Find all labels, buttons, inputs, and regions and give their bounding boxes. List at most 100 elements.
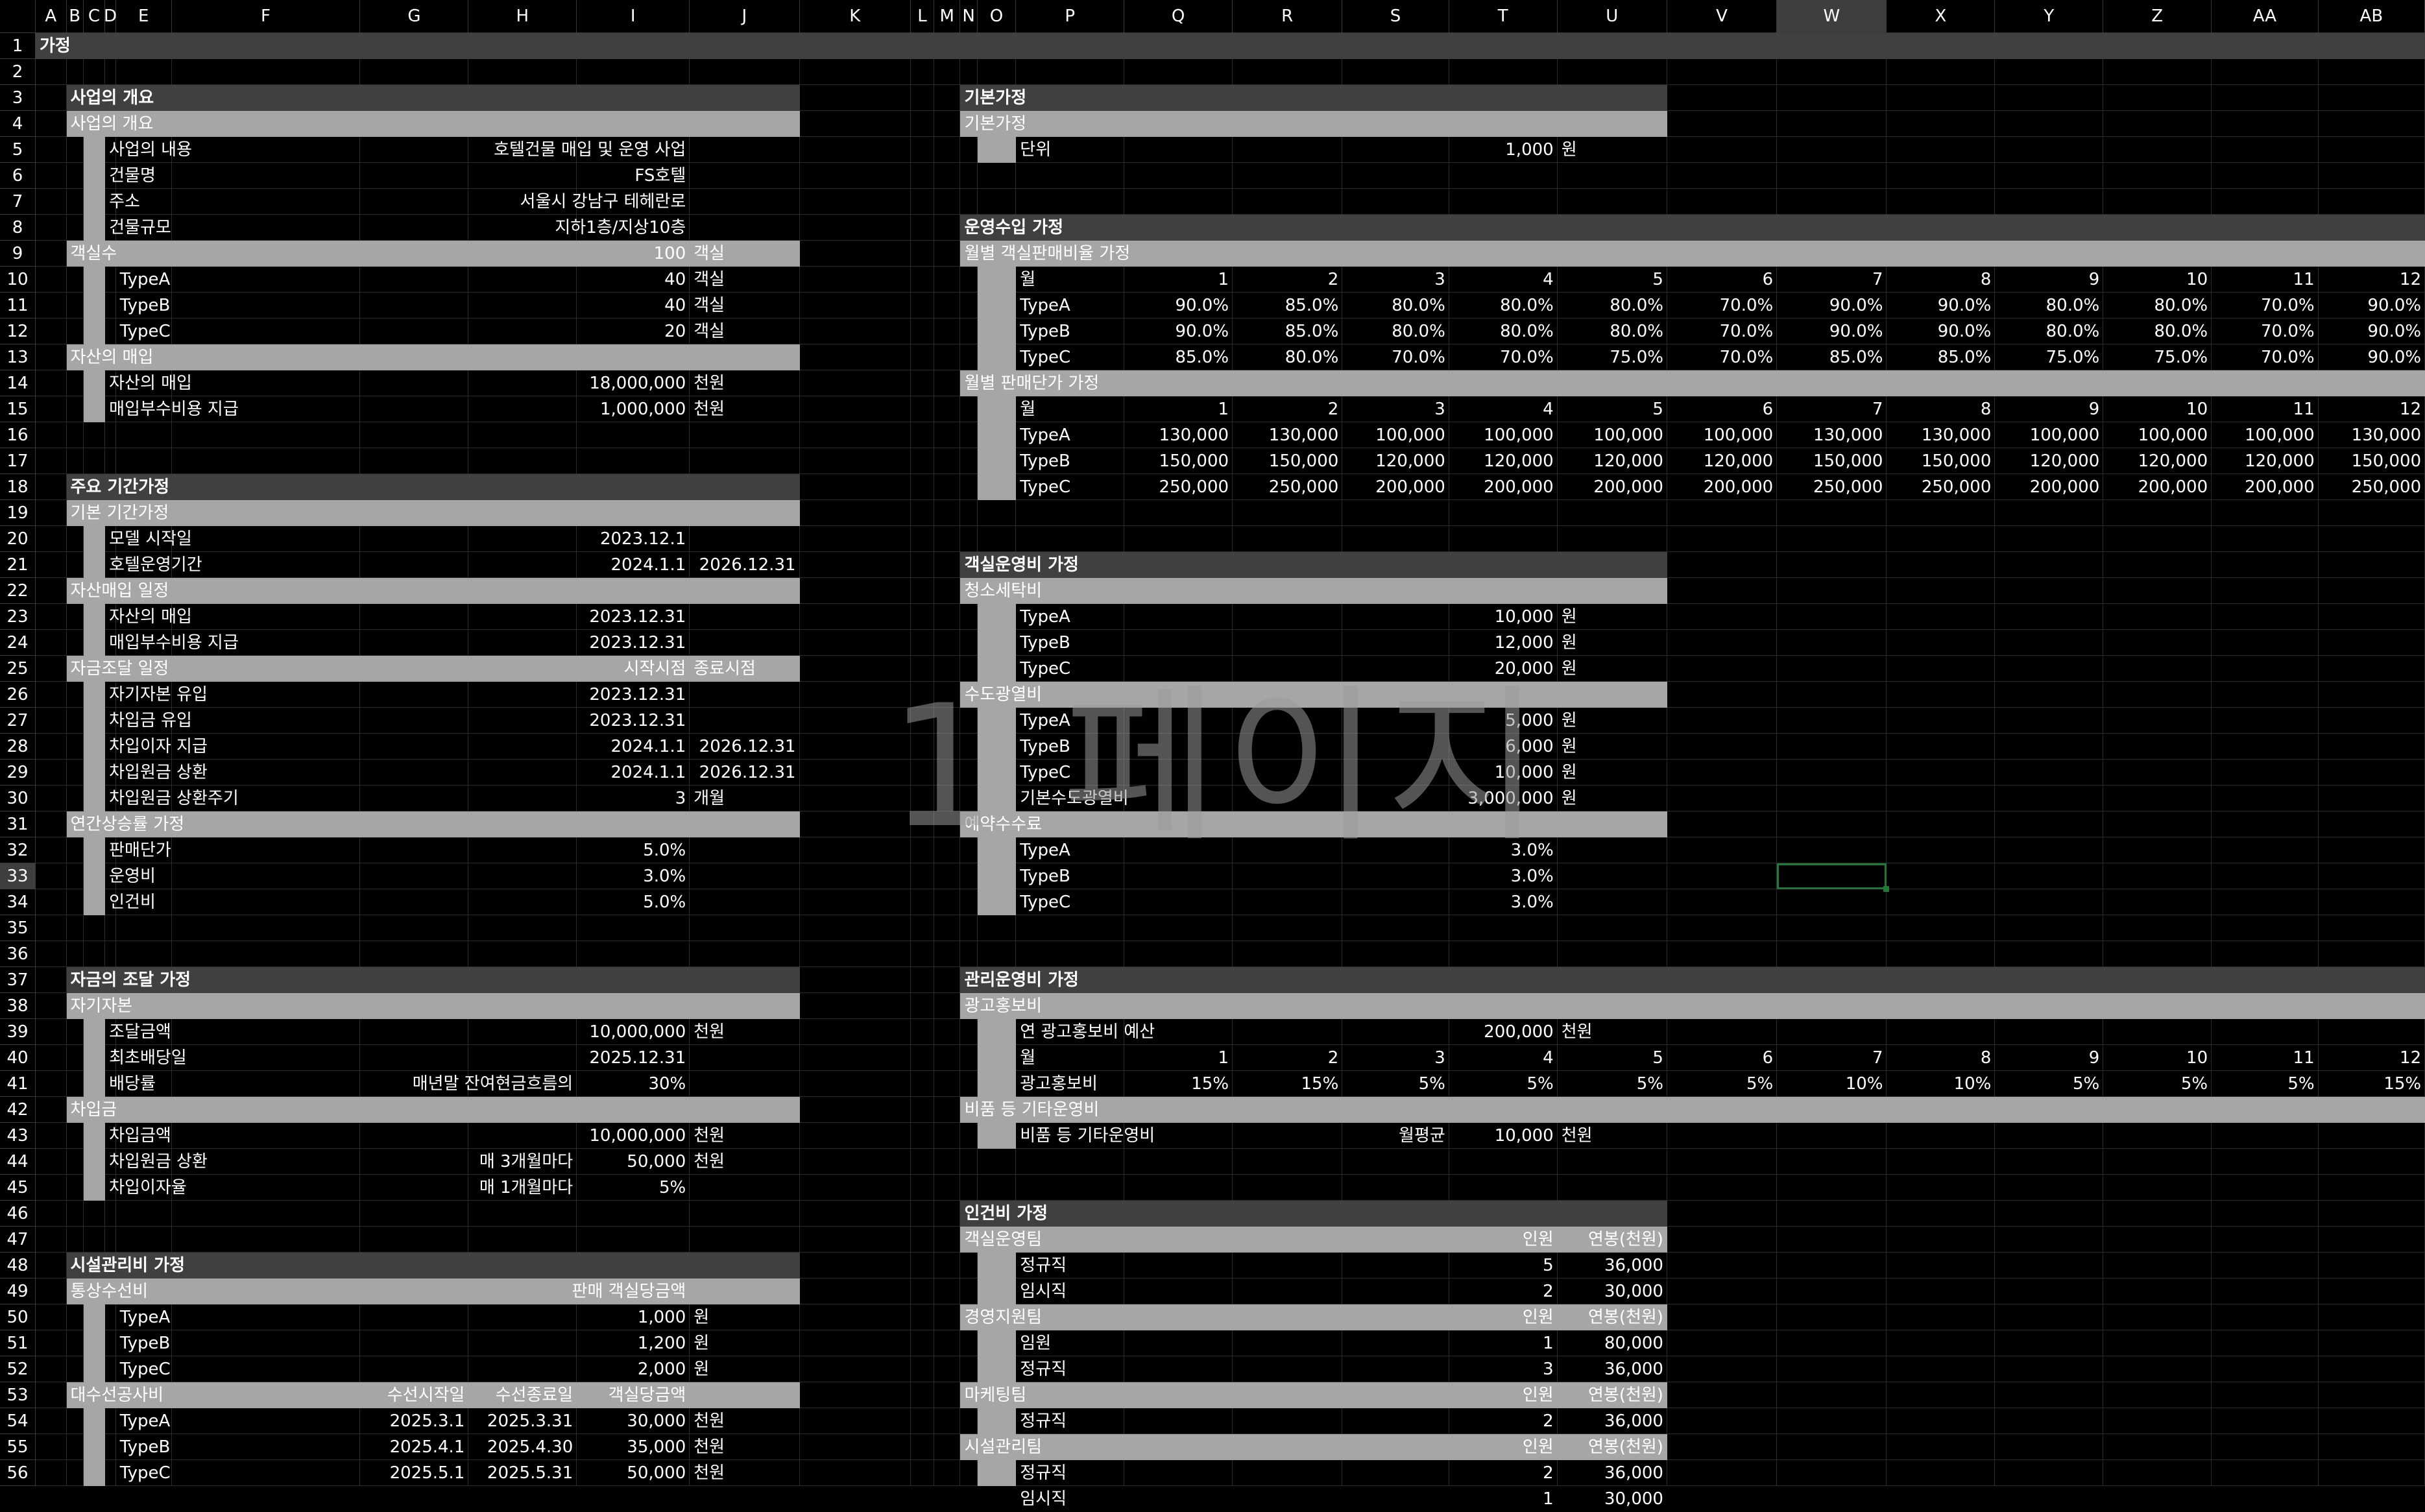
cell[interactable]: [960, 1460, 978, 1486]
cell[interactable]: [960, 189, 978, 215]
cell[interactable]: [2318, 811, 2425, 837]
cell[interactable]: [66, 448, 84, 474]
cell[interactable]: [105, 448, 116, 474]
cell[interactable]: [799, 552, 911, 578]
cell[interactable]: [934, 1097, 961, 1123]
cell[interactable]: [66, 1434, 84, 1460]
cell[interactable]: [105, 1460, 116, 1486]
cell[interactable]: [1342, 1460, 1449, 1486]
row-header[interactable]: 12: [0, 318, 36, 344]
cell[interactable]: [1995, 163, 2104, 189]
cell[interactable]: [468, 370, 577, 396]
cell[interactable]: [1342, 59, 1449, 85]
cell[interactable]: [2103, 786, 2212, 811]
cell[interactable]: [1233, 526, 1343, 552]
cell[interactable]: [1777, 396, 1887, 422]
cell[interactable]: [911, 552, 934, 578]
cell[interactable]: [66, 708, 84, 734]
cell[interactable]: [934, 1123, 961, 1149]
cell[interactable]: [1342, 604, 1449, 630]
cell[interactable]: [1342, 1278, 1449, 1304]
cell[interactable]: [36, 1304, 67, 1330]
cell[interactable]: [1995, 500, 2104, 526]
cell[interactable]: [1124, 59, 1233, 85]
column-header[interactable]: Q: [1124, 0, 1233, 33]
cell[interactable]: [2212, 1382, 2319, 1408]
cell[interactable]: [934, 552, 961, 578]
cell[interactable]: [799, 293, 911, 318]
cell[interactable]: [36, 241, 67, 267]
cell[interactable]: [2103, 85, 2212, 111]
cell[interactable]: [360, 786, 469, 811]
cell[interactable]: [105, 1201, 116, 1227]
cell[interactable]: [1124, 656, 1233, 682]
cell[interactable]: [1995, 863, 2104, 889]
cell[interactable]: [1887, 1356, 1996, 1382]
cell[interactable]: [1557, 941, 1667, 967]
cell[interactable]: [934, 1382, 961, 1408]
cell[interactable]: [468, 267, 577, 293]
cell[interactable]: [799, 163, 911, 189]
cell[interactable]: [1777, 760, 1887, 786]
cell[interactable]: [1995, 1304, 2104, 1330]
cell[interactable]: [66, 863, 84, 889]
cell[interactable]: [36, 915, 67, 941]
row-header[interactable]: 1: [0, 33, 36, 59]
cell[interactable]: [1777, 734, 1887, 760]
row-header[interactable]: 41: [0, 1071, 36, 1097]
cell[interactable]: [960, 396, 978, 422]
cell[interactable]: [934, 1330, 961, 1356]
cell[interactable]: [799, 1149, 911, 1175]
cell[interactable]: [960, 1356, 978, 1382]
cell[interactable]: [2318, 656, 2425, 682]
cell[interactable]: [1233, 1019, 1343, 1045]
cell[interactable]: [66, 734, 84, 760]
cell[interactable]: [1449, 526, 1558, 552]
cell[interactable]: [1887, 630, 1996, 656]
cell[interactable]: [911, 682, 934, 708]
row-header[interactable]: 45: [0, 1175, 36, 1201]
cell[interactable]: [960, 318, 978, 344]
cell[interactable]: [66, 604, 84, 630]
column-header[interactable]: K: [799, 0, 911, 33]
cell[interactable]: [66, 552, 84, 578]
cell[interactable]: [690, 59, 800, 85]
cell[interactable]: [2212, 1019, 2319, 1045]
cell[interactable]: [360, 1227, 469, 1253]
cell[interactable]: [468, 293, 577, 318]
cell[interactable]: [1342, 1175, 1449, 1201]
row-header[interactable]: 21: [0, 552, 36, 578]
cell[interactable]: [171, 137, 361, 163]
cell[interactable]: [2318, 1382, 2425, 1408]
cell[interactable]: [66, 915, 84, 941]
cell[interactable]: [360, 215, 469, 241]
cell[interactable]: [799, 318, 911, 344]
cell[interactable]: [1667, 708, 1778, 734]
cell[interactable]: [1449, 1253, 1558, 1278]
cell[interactable]: [1124, 1253, 1233, 1278]
cell[interactable]: [799, 1304, 911, 1330]
cell[interactable]: [934, 1175, 961, 1201]
cell[interactable]: [690, 863, 800, 889]
cell[interactable]: [1887, 1019, 1996, 1045]
row-header[interactable]: 56: [0, 1460, 36, 1486]
cell[interactable]: [105, 267, 116, 293]
cell[interactable]: [2318, 526, 2425, 552]
select-all-corner[interactable]: [0, 0, 36, 33]
cell[interactable]: [799, 422, 911, 448]
cell[interactable]: [1667, 786, 1778, 811]
cell[interactable]: [934, 682, 961, 708]
cell[interactable]: [1995, 837, 2104, 863]
cell[interactable]: [934, 941, 961, 967]
cell[interactable]: [1995, 1227, 2104, 1253]
cell[interactable]: [577, 915, 690, 941]
cell[interactable]: [171, 1071, 361, 1097]
cell[interactable]: [934, 500, 961, 526]
cell[interactable]: [2318, 1356, 2425, 1382]
cell[interactable]: [690, 915, 800, 941]
cell[interactable]: [360, 863, 469, 889]
cell[interactable]: [1995, 1045, 2104, 1071]
cell[interactable]: [2212, 656, 2319, 682]
cell[interactable]: [171, 448, 361, 474]
cell[interactable]: [360, 163, 469, 189]
